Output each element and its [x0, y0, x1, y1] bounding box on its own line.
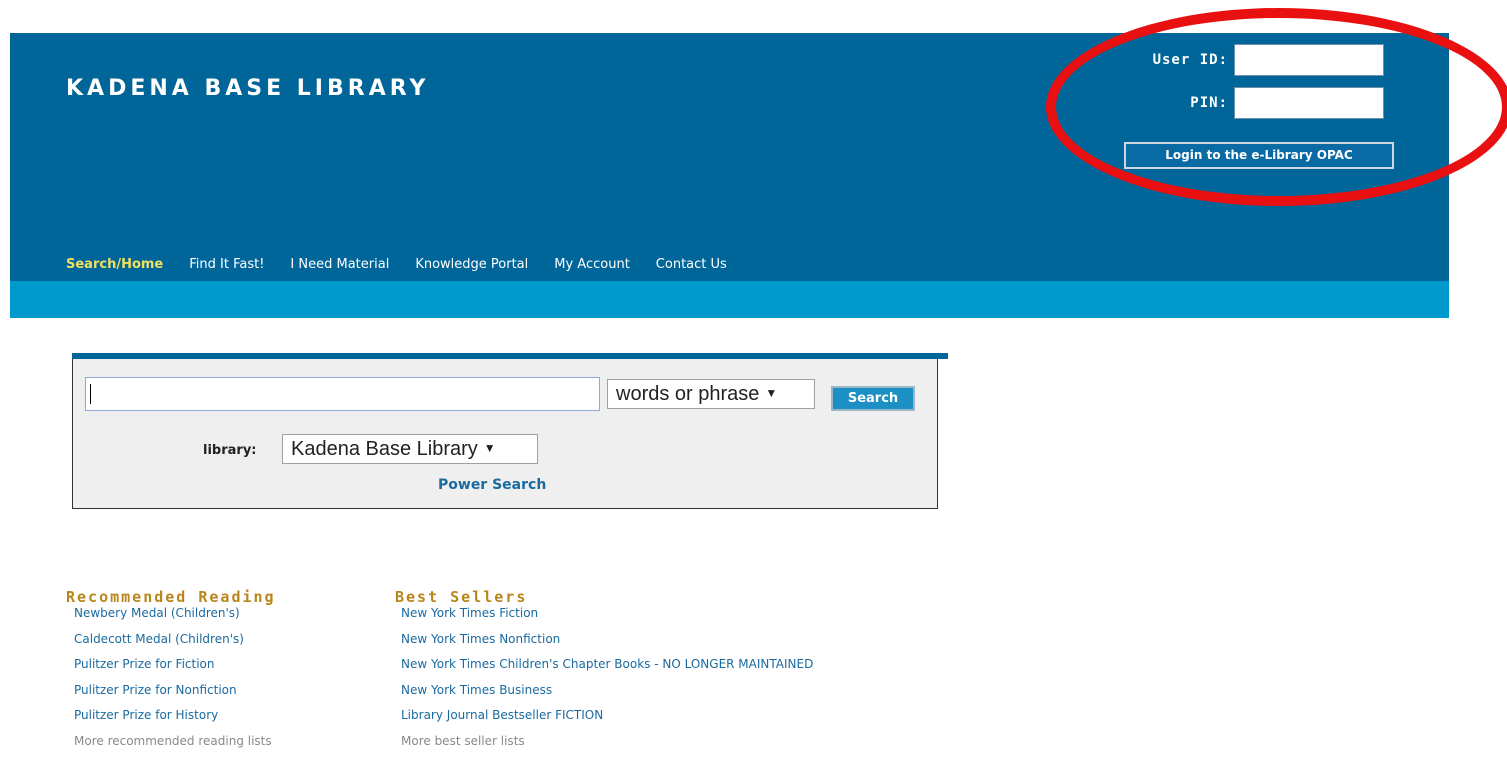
bestseller-item[interactable]: New York Times Children's Chapter Books …	[401, 656, 813, 682]
nav-my-account[interactable]: My Account	[554, 257, 630, 277]
pin-label: PIN:	[1190, 95, 1228, 111]
login-button[interactable]: Login to the e-Library OPAC	[1124, 142, 1394, 169]
user-id-input[interactable]	[1234, 44, 1384, 76]
recommended-item[interactable]: Pulitzer Prize for History	[74, 707, 272, 733]
bestseller-item[interactable]: New York Times Business	[401, 682, 813, 708]
user-id-label: User ID:	[1152, 52, 1228, 68]
library-value: Kadena Base Library	[291, 438, 478, 460]
power-search-link[interactable]: Power Search	[438, 477, 546, 493]
nav-search-home[interactable]: Search/Home	[66, 257, 163, 277]
recommended-more-link[interactable]: More recommended reading lists	[74, 733, 272, 759]
text-cursor	[90, 384, 91, 404]
main-nav: Search/Home Find It Fast! I Need Materia…	[66, 257, 753, 277]
search-panel-topbar	[72, 353, 948, 359]
recommended-item[interactable]: Pulitzer Prize for Nonfiction	[74, 682, 272, 708]
nav-find-it-fast[interactable]: Find It Fast!	[189, 257, 264, 277]
search-button[interactable]: Search	[831, 386, 915, 411]
library-label: library:	[203, 443, 257, 458]
pin-input[interactable]	[1234, 87, 1384, 119]
search-input[interactable]	[85, 377, 600, 411]
recommended-item[interactable]: Pulitzer Prize for Fiction	[74, 656, 272, 682]
nav-knowledge-portal[interactable]: Knowledge Portal	[415, 257, 528, 277]
nav-i-need-material[interactable]: I Need Material	[290, 257, 389, 277]
bestsellers-list: New York Times Fiction New York Times No…	[401, 605, 813, 758]
bestseller-item[interactable]: New York Times Nonfiction	[401, 631, 813, 657]
dropdown-arrow-icon: ▼	[765, 386, 778, 400]
search-mode-select[interactable]: words or phrase ▼	[607, 379, 815, 409]
dropdown-arrow-icon: ▼	[483, 441, 496, 455]
bestseller-item[interactable]: New York Times Fiction	[401, 605, 813, 631]
library-select[interactable]: Kadena Base Library ▼	[282, 434, 538, 464]
search-mode-value: words or phrase	[616, 383, 760, 405]
bestseller-item[interactable]: Library Journal Bestseller FICTION	[401, 707, 813, 733]
recommended-item[interactable]: Caldecott Medal (Children's)	[74, 631, 272, 657]
recommended-list: Newbery Medal (Children's) Caldecott Med…	[74, 605, 272, 758]
recommended-item[interactable]: Newbery Medal (Children's)	[74, 605, 272, 631]
nav-contact-us[interactable]: Contact Us	[656, 257, 727, 277]
site-title: KADENA BASE LIBRARY	[66, 76, 430, 101]
recommended-heading: Recommended Reading	[66, 588, 276, 606]
bestsellers-more-link[interactable]: More best seller lists	[401, 733, 813, 759]
bestsellers-heading: Best Sellers	[395, 588, 528, 606]
header-stripe	[10, 281, 1449, 318]
